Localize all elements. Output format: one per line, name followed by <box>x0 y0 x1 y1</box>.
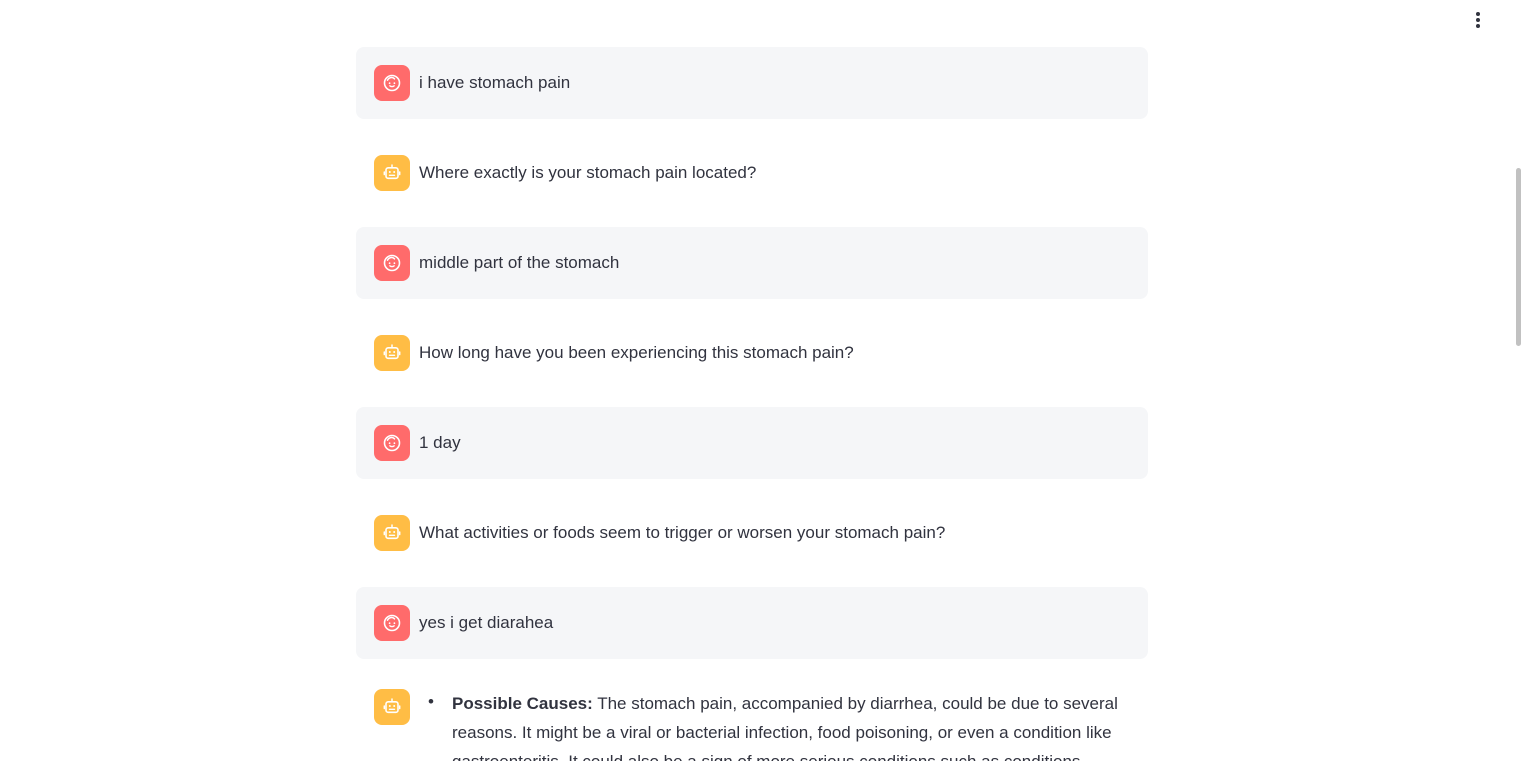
user-face-icon <box>383 74 401 92</box>
assistant-avatar <box>374 689 410 725</box>
bullet-marker: • <box>428 692 434 711</box>
chat-message-assistant: What activities or foods seem to trigger… <box>356 497 1148 569</box>
user-avatar <box>374 65 410 101</box>
chat-message-user: middle part of the stomach <box>356 227 1148 299</box>
message-text: How long have you been experiencing this… <box>419 343 854 362</box>
assistant-avatar <box>374 515 410 551</box>
robot-icon <box>383 698 401 714</box>
chat-message-user: yes i get diarahea <box>356 587 1148 659</box>
message-text: middle part of the stomach <box>419 253 620 272</box>
chat-message-user: 1 day <box>356 407 1148 479</box>
user-avatar <box>374 425 410 461</box>
message-text: What activities or foods seem to trigger… <box>419 523 946 542</box>
user-face-icon <box>383 254 401 272</box>
chat-message-user: i have stomach pain <box>356 47 1148 119</box>
response-bullet-item: • Possible Causes: The stomach pain, acc… <box>419 689 1142 761</box>
user-face-icon <box>383 434 401 452</box>
chat-message-assistant: Where exactly is your stomach pain locat… <box>356 137 1148 209</box>
robot-icon <box>383 344 401 360</box>
user-face-icon <box>383 614 401 632</box>
user-avatar <box>374 245 410 281</box>
chat-message-list: i have stomach pain Where exactly is you… <box>356 47 1148 761</box>
chat-message-assistant: • Possible Causes: The stomach pain, acc… <box>356 677 1148 761</box>
page-scrollbar[interactable] <box>1513 0 1523 761</box>
robot-icon <box>383 164 401 180</box>
robot-icon <box>383 524 401 540</box>
message-text: 1 day <box>419 433 461 452</box>
bullet-title: Possible Causes: <box>452 694 593 713</box>
assistant-avatar <box>374 155 410 191</box>
message-text: yes i get diarahea <box>419 613 554 632</box>
chat-app: i have stomach pain Where exactly is you… <box>0 0 1523 761</box>
main-menu-button[interactable] <box>1466 8 1490 32</box>
scrollbar-thumb[interactable] <box>1516 168 1521 346</box>
vertical-ellipsis-icon <box>1476 12 1480 28</box>
chat-message-assistant: How long have you been experiencing this… <box>356 317 1148 389</box>
bullet-content: Possible Causes: The stomach pain, accom… <box>452 689 1142 761</box>
message-text: i have stomach pain <box>419 73 571 92</box>
message-text: Where exactly is your stomach pain locat… <box>419 163 757 182</box>
assistant-avatar <box>374 335 410 371</box>
user-avatar <box>374 605 410 641</box>
